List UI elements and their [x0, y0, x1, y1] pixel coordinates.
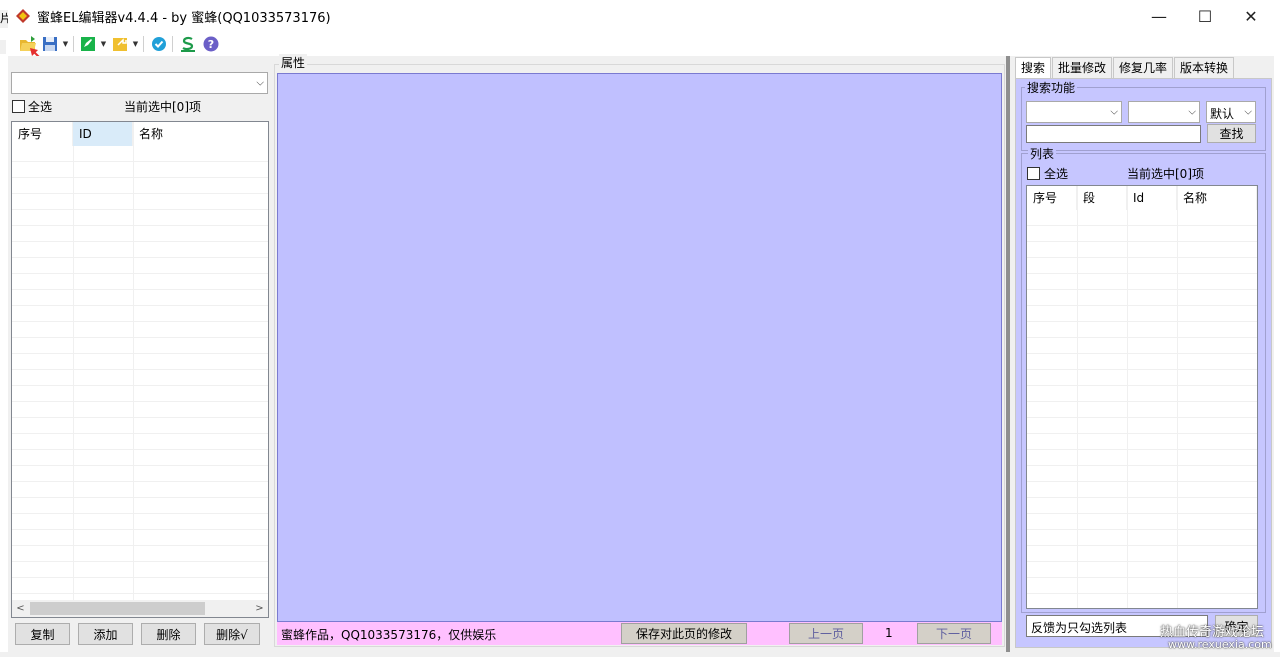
main-client-area: ⌵ 全选 当前选中[0]项 序号 ID 名称 < > 复制 添加 删除 删除√ …: [8, 54, 1274, 652]
left-item-list[interactable]: 序号 ID 名称: [11, 121, 269, 618]
property-editor-area[interactable]: [277, 73, 1002, 622]
chevron-down-icon: ⌵: [1244, 106, 1252, 118]
maximize-button[interactable]: ☐: [1182, 0, 1228, 32]
tab-version-convert[interactable]: 版本转换: [1174, 57, 1235, 78]
help-icon[interactable]: ?: [202, 35, 220, 53]
column-header-index[interactable]: 序号: [1027, 186, 1077, 210]
list-grid: [1027, 210, 1257, 608]
search-tab-panel: 搜索功能 ⌵ ⌵ 默认 ⌵ 查找 列表 全选 当前选中[0]项 序号 段 Id: [1015, 78, 1272, 648]
search-mode-select[interactable]: 默认 ⌵: [1206, 101, 1256, 123]
column-header-id[interactable]: Id: [1127, 186, 1177, 210]
tab-repair-rate[interactable]: 修复几率: [1113, 57, 1174, 78]
background-window-fragment: 片: [0, 10, 8, 28]
search-condition-select[interactable]: ⌵: [1128, 101, 1200, 123]
chevron-down-icon: ⌵: [1110, 106, 1118, 118]
delete-button[interactable]: 删除: [141, 623, 196, 645]
toolbar-separator: [143, 36, 144, 52]
maximize-icon: ☐: [1197, 6, 1213, 26]
left-filter-select[interactable]: ⌵: [11, 72, 268, 94]
left-list-header: 序号 ID 名称: [12, 122, 268, 146]
background-window-fragment: [0, 40, 6, 54]
left-select-all-label: 全选: [28, 100, 53, 114]
add-button[interactable]: 添加: [78, 623, 133, 645]
column-header-id[interactable]: ID: [73, 122, 133, 146]
svg-text:?: ?: [208, 38, 214, 51]
column-divider: [1127, 186, 1128, 608]
feedback-select-value: 反馈为只勾选列表: [1031, 621, 1128, 635]
search-input[interactable]: [1026, 125, 1201, 143]
search-result-list[interactable]: 序号 段 Id 名称: [1026, 185, 1258, 609]
left-select-all-checkbox[interactable]: [12, 100, 25, 113]
title-bar: 蜜蜂EL编辑器v4.4.4 - by 蜜蜂(QQ1033573176) — ☐ …: [0, 0, 1280, 32]
left-selected-count: 当前选中[0]项: [124, 100, 201, 114]
right-select-all-checkbox[interactable]: [1027, 167, 1040, 180]
column-header-name[interactable]: 名称: [133, 122, 268, 146]
tab-batch-modify[interactable]: 批量修改: [1052, 57, 1113, 78]
right-select-all-label: 全选: [1044, 167, 1069, 181]
toolbar-separator: [172, 36, 173, 52]
list-group-title: 列表: [1028, 145, 1057, 162]
panel-splitter[interactable]: [1006, 56, 1010, 652]
toolbar: ▼ ▼ ▼ ?: [0, 32, 1280, 67]
chevron-down-icon: ⌵: [1188, 106, 1196, 118]
toolbar-separator: [73, 36, 74, 52]
minimize-button[interactable]: —: [1136, 0, 1182, 32]
save-page-changes-button[interactable]: 保存对此页的修改: [621, 623, 747, 644]
column-header-name[interactable]: 名称: [1177, 186, 1257, 210]
close-button[interactable]: ✕: [1228, 0, 1274, 32]
minimize-icon: —: [1151, 6, 1167, 26]
prev-page-button[interactable]: 上一页: [789, 623, 863, 644]
scroll-left-icon[interactable]: <: [12, 600, 29, 617]
list-grid: [12, 146, 268, 617]
right-tab-strip: 搜索 批量修改 修复几率 版本转换: [1015, 57, 1235, 78]
column-header-index[interactable]: 序号: [12, 122, 73, 146]
column-divider: [1177, 186, 1178, 608]
find-button[interactable]: 查找: [1207, 124, 1256, 143]
watermark-line2: www.rexuexia.com: [1168, 638, 1272, 651]
column-divider: [1077, 186, 1078, 608]
column-divider: [73, 122, 74, 617]
bottom-edge: [0, 652, 1280, 657]
s-logo-icon[interactable]: [179, 35, 197, 53]
property-group-title: 属性: [279, 54, 308, 71]
copy-button[interactable]: 复制: [15, 623, 70, 645]
check-icon[interactable]: [150, 35, 168, 53]
search-mode-value: 默认: [1210, 107, 1235, 121]
edit-icon[interactable]: [79, 35, 97, 53]
right-selected-count: 当前选中[0]项: [1127, 167, 1204, 181]
chevron-down-icon: ⌵: [256, 77, 264, 89]
search-function-title: 搜索功能: [1025, 79, 1078, 96]
window-title: 蜜蜂EL编辑器v4.4.4 - by 蜜蜂(QQ1033573176): [37, 11, 331, 26]
scrollbar-thumb[interactable]: [30, 602, 205, 615]
search-field-select[interactable]: ⌵: [1026, 101, 1122, 123]
search-list-header: 序号 段 Id 名称: [1027, 186, 1257, 210]
column-divider: [133, 122, 134, 617]
edit-dropdown-icon[interactable]: ▼: [99, 35, 108, 53]
column-header-segment[interactable]: 段: [1077, 186, 1127, 210]
left-list-horizontal-scrollbar[interactable]: < >: [12, 600, 268, 617]
next-page-button[interactable]: 下一页: [917, 623, 991, 644]
page-number: 1: [885, 626, 893, 640]
footer-credit-text: 蜜蜂作品，QQ1033573176，仅供娱乐: [281, 628, 497, 642]
delete-checked-button[interactable]: 删除√: [204, 623, 260, 645]
scroll-right-icon[interactable]: >: [251, 600, 268, 617]
tab-search[interactable]: 搜索: [1015, 57, 1052, 78]
app-logo-icon: [15, 8, 31, 24]
close-icon: ✕: [1244, 6, 1258, 26]
export-dropdown-icon[interactable]: ▼: [131, 35, 140, 53]
export-icon[interactable]: [111, 35, 129, 53]
save-dropdown-icon[interactable]: ▼: [61, 35, 70, 53]
